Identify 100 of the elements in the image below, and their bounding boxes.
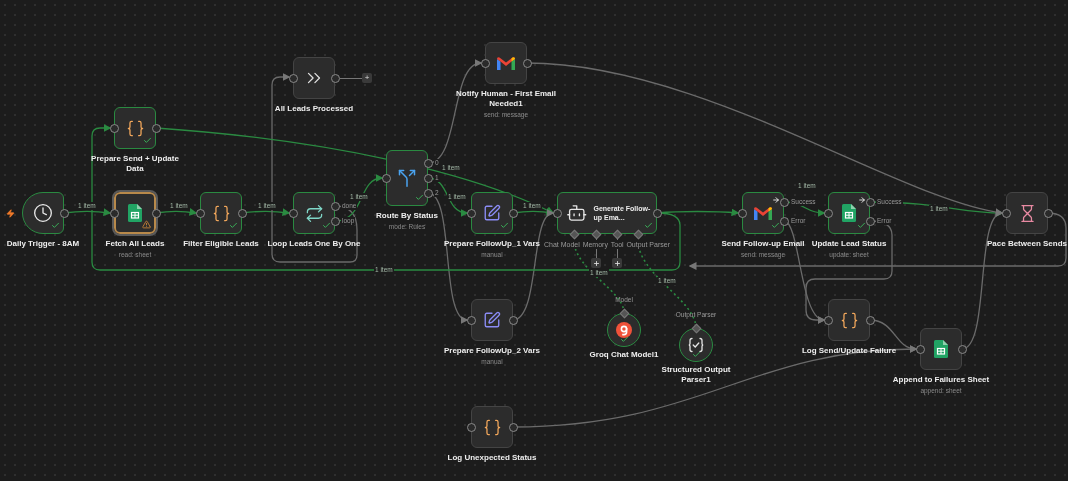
- port-handle[interactable]: [508, 208, 518, 218]
- port-handle[interactable]: [381, 173, 391, 183]
- workflow-node[interactable]: [1006, 192, 1048, 234]
- logo-icon: [616, 322, 632, 338]
- fork-arrows-icon: [397, 168, 417, 188]
- braces-check-icon: [688, 337, 704, 353]
- check-icon: [415, 193, 424, 202]
- braces-icon: [211, 203, 231, 223]
- workflow-node[interactable]: [114, 192, 156, 234]
- pencil-icon: [483, 311, 501, 329]
- port-handle[interactable]: [737, 208, 747, 218]
- workflow-node[interactable]: [471, 299, 513, 341]
- node-title: Loop Leads One By One: [267, 239, 361, 249]
- check-icon: [771, 221, 780, 230]
- braces-icon: [482, 417, 502, 437]
- workflow-node[interactable]: [471, 406, 513, 448]
- node-title: Update Lead Status: [811, 239, 887, 249]
- spreadsheet-icon: [842, 204, 856, 222]
- braces-icon: [125, 118, 145, 138]
- node-title: Prepare Send + Update Data: [90, 154, 180, 174]
- node-title: Log Unexpected Status: [447, 453, 537, 463]
- workflow-node[interactable]: [742, 192, 784, 234]
- robot-icon: [566, 202, 588, 224]
- port-handle[interactable]: [957, 344, 967, 354]
- port-handle[interactable]: [1043, 208, 1053, 218]
- check-icon: [857, 221, 866, 230]
- spreadsheet-icon: [934, 340, 948, 358]
- braces-icon: [839, 310, 859, 330]
- pencil-icon: [483, 204, 501, 222]
- arrow-right-icon: [772, 196, 780, 204]
- node-title: Daily Trigger - 8AM: [6, 239, 80, 249]
- check-icon: [229, 221, 238, 230]
- port-handle[interactable]: [330, 73, 340, 83]
- check-icon: [620, 335, 629, 344]
- add-button[interactable]: [612, 258, 622, 268]
- port-handle[interactable]: [59, 208, 69, 218]
- port-handle[interactable]: [466, 208, 476, 218]
- workflow-node[interactable]: [607, 313, 641, 347]
- port-handle[interactable]: [823, 208, 833, 218]
- port-handle[interactable]: [652, 208, 662, 218]
- workflow-node[interactable]: [485, 42, 527, 84]
- clock-icon: [33, 203, 53, 223]
- port-handle[interactable]: [591, 229, 601, 239]
- node-title: Fetch All Leads: [105, 239, 165, 249]
- port-handle[interactable]: [288, 73, 298, 83]
- port-handle[interactable]: [151, 208, 161, 218]
- port-handle[interactable]: [552, 208, 562, 218]
- add-button[interactable]: +: [362, 73, 372, 83]
- node-title: All Leads Processed: [274, 104, 354, 114]
- port-handle[interactable]: [633, 229, 643, 239]
- workflow-node[interactable]: [200, 192, 242, 234]
- port-handle[interactable]: [508, 315, 518, 325]
- workflow-node[interactable]: [679, 328, 713, 362]
- workflow-node[interactable]: [293, 57, 335, 99]
- check-icon: [51, 221, 60, 230]
- node-title: Prepare FollowUp_2 Vars: [443, 346, 540, 356]
- node-title: Log Send/Update Failure: [801, 346, 897, 356]
- port-handle[interactable]: [612, 229, 622, 239]
- workflow-node[interactable]: [114, 107, 156, 149]
- port-handle[interactable]: [466, 422, 476, 432]
- workflow-node[interactable]: [22, 192, 64, 234]
- port-handle[interactable]: [109, 208, 119, 218]
- port-handle[interactable]: [915, 344, 925, 354]
- check-icon: [500, 221, 509, 230]
- check-icon: [692, 350, 701, 359]
- port-handle[interactable]: [480, 58, 490, 68]
- port-handle[interactable]: [466, 315, 476, 325]
- port-handle[interactable]: [569, 229, 579, 239]
- node-title: Groq Chat Model1: [589, 350, 659, 360]
- mail-icon: [496, 55, 516, 71]
- workflow-node[interactable]: [920, 328, 962, 370]
- check-icon: [322, 221, 331, 230]
- port-handle[interactable]: [195, 208, 205, 218]
- port-handle[interactable]: [619, 308, 629, 318]
- port-handle[interactable]: [151, 123, 161, 133]
- port-handle[interactable]: [823, 315, 833, 325]
- mail-icon: [753, 205, 773, 221]
- node-title: Send Follow-up Email: [721, 239, 805, 249]
- node-title: Filter Eligible Leads: [183, 239, 259, 249]
- port-handle[interactable]: [522, 58, 532, 68]
- workflow-node[interactable]: [828, 192, 870, 234]
- node-title: Structured Output Parser1: [660, 365, 732, 385]
- port-handle[interactable]: [1001, 208, 1011, 218]
- port-handle[interactable]: [288, 208, 298, 218]
- port-handle[interactable]: [508, 422, 518, 432]
- port-handle[interactable]: [237, 208, 247, 218]
- node-title: Pace Between Sends: [986, 239, 1067, 249]
- arrow-right-icon: [858, 196, 866, 204]
- workflow-node[interactable]: [293, 192, 335, 234]
- spreadsheet-icon: [128, 204, 142, 222]
- check-icon: [143, 136, 152, 145]
- workflow-node[interactable]: [386, 150, 428, 206]
- add-button[interactable]: [591, 258, 601, 268]
- port-handle[interactable]: [691, 323, 701, 333]
- workflow-node[interactable]: [471, 192, 513, 234]
- node-title: Append to Failures Sheet: [892, 375, 990, 385]
- node-title: Route By Status: [376, 211, 438, 221]
- workflow-node[interactable]: [828, 299, 870, 341]
- port-handle[interactable]: [865, 315, 875, 325]
- port-handle[interactable]: [109, 123, 119, 133]
